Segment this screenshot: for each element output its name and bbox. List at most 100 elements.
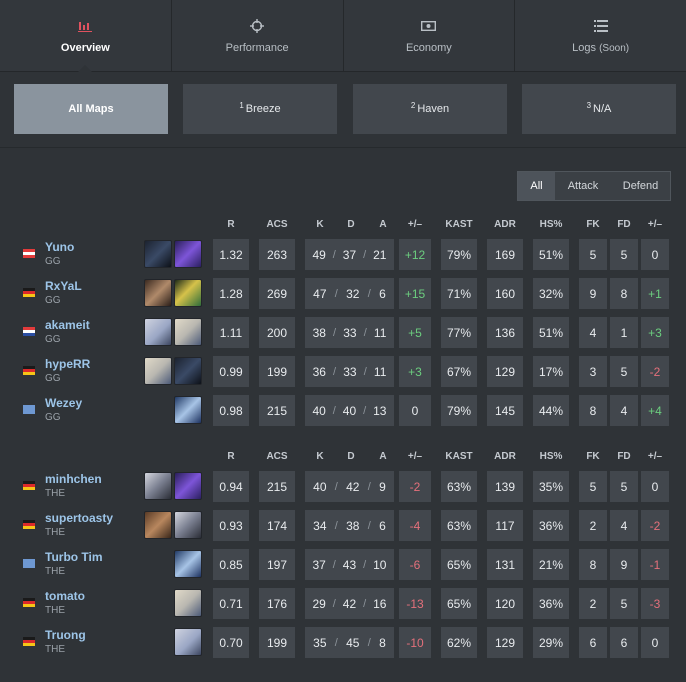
stat-adr: 136	[487, 317, 523, 348]
kda-separator: /	[334, 636, 338, 649]
filter-all-button[interactable]: All	[518, 172, 555, 200]
stat-kd-diff: -2	[399, 471, 431, 502]
tab-overview[interactable]: Overview	[0, 0, 172, 72]
kda-separator: /	[334, 287, 338, 300]
side-filter: All Attack Defend	[517, 171, 671, 201]
header-rating: R	[227, 451, 235, 462]
kills-value: 49	[312, 247, 326, 262]
player-name[interactable]: Truong	[45, 628, 86, 642]
agent-reyna-icon	[174, 472, 202, 500]
stat-kda: 49 / 37 / 21	[305, 239, 394, 270]
stat-fk: 5	[579, 471, 607, 502]
stat-adr: 139	[487, 471, 523, 502]
money-icon	[421, 18, 437, 34]
stat-fd: 5	[610, 588, 638, 619]
stats-tabs: Overview Performance Economy Logs (Soon)	[0, 0, 686, 72]
map-haven-button[interactable]: 2 Haven	[353, 84, 507, 134]
assists-value: 8	[379, 635, 386, 650]
header-deaths: D	[347, 219, 355, 230]
filter-defend-button[interactable]: Defend	[611, 172, 670, 200]
kda-separator: /	[363, 597, 367, 610]
player-team-tag: THE	[45, 527, 65, 538]
player-team-tag: THE	[45, 644, 65, 655]
stat-acs: 215	[259, 395, 295, 426]
stat-r: 0.93	[213, 510, 249, 541]
player-name[interactable]: tomato	[45, 589, 85, 603]
stat-fd: 1	[610, 317, 638, 348]
player-name[interactable]: Wezey	[45, 396, 82, 410]
stat-hs: 21%	[533, 549, 569, 580]
agent-sova-icon	[144, 357, 172, 385]
stat-kd-diff: -13	[399, 588, 431, 619]
agent-omen-icon	[174, 357, 202, 385]
header-assists: A	[379, 219, 387, 230]
stat-hs: 17%	[533, 356, 569, 387]
stat-kd-diff: -6	[399, 549, 431, 580]
stat-fd: 8	[610, 278, 638, 309]
player-name[interactable]: Turbo Tim	[45, 550, 103, 564]
player-team-tag: GG	[45, 256, 61, 267]
agent-sage-icon	[174, 628, 202, 656]
agent-chamber-icon	[144, 279, 172, 307]
tab-logs[interactable]: Logs (Soon)	[515, 0, 686, 71]
assists-value: 6	[379, 286, 386, 301]
player-name[interactable]: supertoasty	[45, 511, 113, 525]
player-row: Turbo Tim THE 0.85 197 37 / 43 / 10 -6 65% 131 21% 8 9…	[0, 549, 686, 580]
stat-acs: 174	[259, 510, 295, 541]
stat-fd: 9	[610, 549, 638, 580]
stat-kda: 37 / 43 / 10	[305, 549, 394, 580]
stat-kast: 65%	[441, 588, 477, 619]
kda-separator: /	[367, 636, 371, 649]
player-row: akameit GG 1.11 200 38 / 33 / 11 +5 77% 136 51% 4 1 +3	[0, 317, 686, 348]
stat-kda: 35 / 45 / 8	[305, 627, 394, 658]
map-na-button[interactable]: 3 N/A	[522, 84, 676, 134]
stat-hs: 36%	[533, 510, 569, 541]
map-breeze-button[interactable]: 1 Breeze	[183, 84, 337, 134]
stat-r: 0.71	[213, 588, 249, 619]
player-name[interactable]: minhchen	[45, 472, 102, 486]
stat-fk-diff: 0	[641, 471, 669, 502]
kda-separator: /	[367, 480, 371, 493]
stat-kd-diff: -10	[399, 627, 431, 658]
player-name[interactable]: akameit	[45, 318, 90, 332]
stat-kast: 67%	[441, 356, 477, 387]
header-first-kills: FK	[586, 451, 600, 462]
header-deaths: D	[347, 451, 355, 462]
stat-kd-diff: +15	[399, 278, 431, 309]
stat-kast: 79%	[441, 395, 477, 426]
kda-separator: /	[334, 519, 338, 532]
player-name[interactable]: hypeRR	[45, 357, 90, 371]
player-name[interactable]: RxYaL	[45, 279, 82, 293]
player-name[interactable]: Yuno	[45, 240, 74, 254]
map-number: 3	[586, 100, 592, 110]
tab-economy[interactable]: Economy	[344, 0, 516, 71]
stat-kd-diff: +5	[399, 317, 431, 348]
player-team-tag: GG	[45, 295, 61, 306]
header-fk-diff: +/–	[647, 451, 663, 462]
assists-value: 6	[379, 518, 386, 533]
assists-value: 11	[373, 364, 387, 379]
map-breeze-label: Breeze	[245, 103, 281, 115]
stat-kda: 38 / 33 / 11	[305, 317, 394, 348]
map-all-button[interactable]: All Maps	[14, 84, 168, 134]
stat-kast: 79%	[441, 239, 477, 270]
stat-kda: 36 / 33 / 11	[305, 356, 394, 387]
table-header-row: R ACS K D A +/– KAST ADR HS% FK FD +/–	[0, 451, 686, 465]
flag-stripe	[23, 526, 35, 529]
stat-r: 1.32	[213, 239, 249, 270]
flag-stripe	[23, 333, 35, 336]
header-acs: ACS	[266, 451, 288, 462]
stat-fk-diff: -3	[641, 588, 669, 619]
tab-performance[interactable]: Performance	[172, 0, 344, 71]
crosshair-icon	[249, 18, 265, 34]
country-flag	[23, 637, 35, 646]
filter-attack-button[interactable]: Attack	[555, 172, 611, 200]
assists-value: 10	[373, 557, 387, 572]
agent-cypher-icon	[144, 472, 172, 500]
kda-separator: /	[363, 404, 367, 417]
stat-adr: 129	[487, 356, 523, 387]
player-team-tag: THE	[45, 605, 65, 616]
header-assists: A	[379, 451, 387, 462]
agent-sage-icon	[144, 318, 172, 346]
kda-separator: /	[332, 404, 336, 417]
